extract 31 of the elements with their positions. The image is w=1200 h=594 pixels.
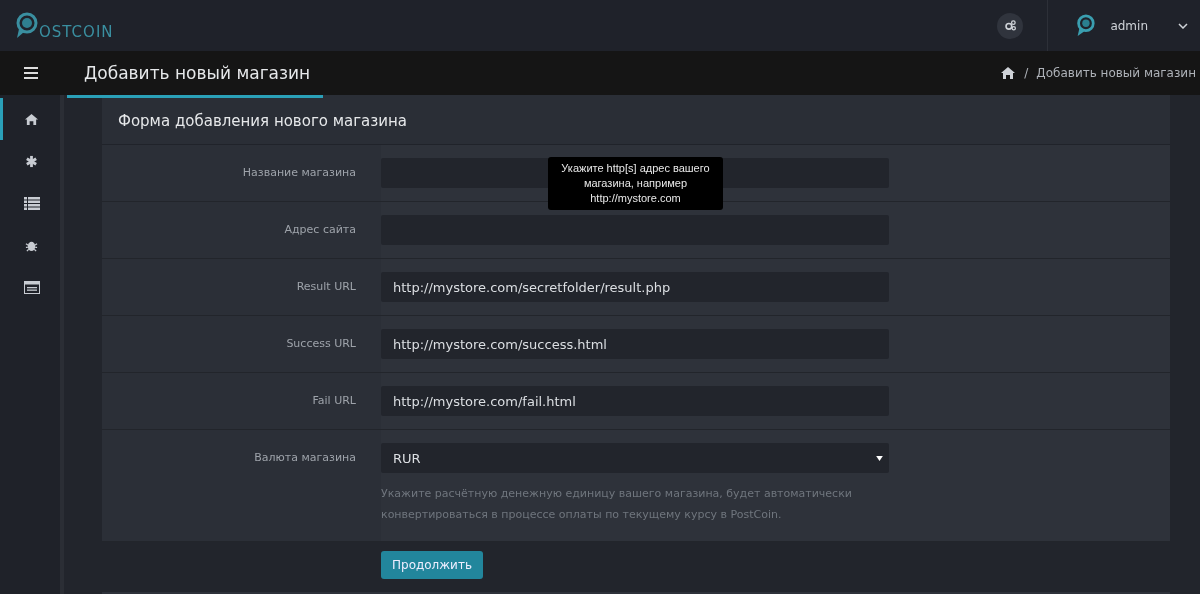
user-name[interactable]: admin xyxy=(1110,18,1148,33)
input-field[interactable]: http://mystore.com/success.html xyxy=(381,329,889,359)
field-label: Валюта магазина xyxy=(254,451,356,464)
gears-icon xyxy=(1003,19,1017,32)
home-icon xyxy=(24,112,39,126)
page-title: Добавить новый магазин xyxy=(84,63,311,83)
continue-button[interactable]: Продолжить xyxy=(381,551,483,579)
list-icon xyxy=(23,196,40,210)
asterisk-icon xyxy=(25,154,38,168)
currency-dropdown[interactable]: RUR xyxy=(381,443,889,473)
home-icon[interactable] xyxy=(1000,66,1017,80)
logo-icon xyxy=(14,11,38,40)
help-text: Укажите расчётную денежную единицу вашего магазина, будет автоматически конвертироваться в процессе оплаты по текущему курсу в PostCoin. xyxy=(381,486,853,523)
field-label: Result URL xyxy=(296,280,356,293)
input-field[interactable]: http://mystore.com/fail.html xyxy=(381,386,889,416)
form-title: Форма добавления нового магазина xyxy=(102,95,1170,145)
chevron-down-icon[interactable] xyxy=(1178,22,1188,29)
caret-icon xyxy=(876,455,883,461)
breadcrumb-separator: / xyxy=(1024,66,1029,80)
tooltip: Укажите http[s] адрес вашего магазина, например http://mystore.com xyxy=(548,157,723,210)
menu-icon xyxy=(24,67,38,79)
field-label: Fail URL xyxy=(312,394,356,407)
field-label: Название магазина xyxy=(242,166,356,179)
field-label: Адрес сайта xyxy=(284,223,356,236)
avatar-icon[interactable] xyxy=(1074,13,1097,38)
settings-button[interactable] xyxy=(997,12,1024,39)
field-label: Success URL xyxy=(286,337,356,350)
card-icon xyxy=(23,280,40,294)
logo-text: OSTCOIN xyxy=(39,23,114,40)
breadcrumb-item[interactable]: Добавить новый магазин xyxy=(1036,66,1196,80)
input-field[interactable]: http://mystore.com/secretfolder/result.php xyxy=(381,272,889,302)
